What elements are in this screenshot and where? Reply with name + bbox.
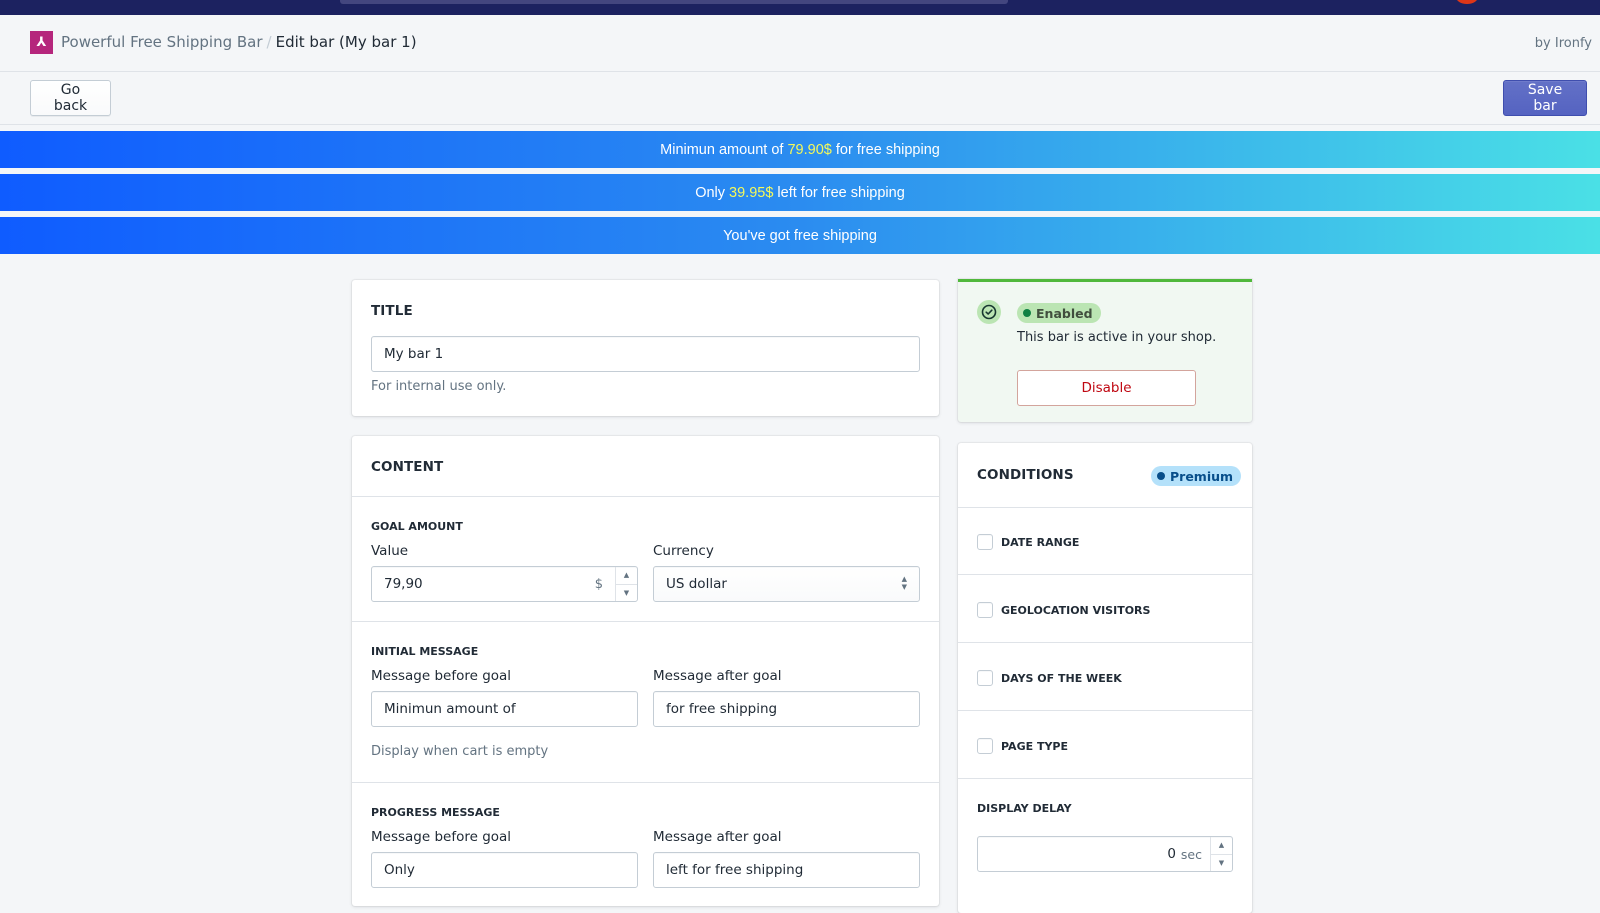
divider [958,778,1252,779]
display-delay-heading: DISPLAY DELAY [977,802,1072,815]
stepper-up-icon[interactable]: ▲ [616,567,637,585]
preview-bar-progress: Only 39.95$ left for free shipping [0,174,1600,211]
progress-after-label: Message after goal [653,829,782,845]
initial-before-input[interactable]: Minimun amount of [371,691,638,727]
currency-selected-value: US dollar [666,576,727,592]
admin-top-bar [0,0,1600,15]
initial-after-label: Message after goal [653,668,782,684]
bar-title-input[interactable]: My bar 1 [371,336,920,372]
divider [352,621,939,622]
preview-bar-initial: Minimun amount of 79.90$ for free shippi… [0,131,1600,168]
title-bar: ⅄ Powerful Free Shipping Bar / Edit bar (M… [0,15,1600,72]
premium-badge: Premium [1151,466,1242,486]
initial-before-value: Minimun amount of [384,701,516,717]
display-delay-input[interactable]: 0 sec ▲ ▼ [977,836,1233,872]
conditions-heading: CONDITIONS [977,467,1074,483]
divider [958,642,1252,643]
breadcrumb-app-link[interactable]: Powerful Free Shipping Bar [61,33,263,51]
stepper-down-icon[interactable]: ▼ [616,585,637,602]
initial-after-value: for free shipping [666,701,778,717]
days-of-week-checkbox[interactable] [977,670,993,686]
progress-before-label: Message before goal [371,829,512,845]
status-dot-icon [1023,309,1031,317]
action-bar: Go back Save bar [0,72,1600,125]
divider [958,574,1252,575]
preview-initial-amount: 79.90$ [787,141,832,158]
goal-value: 79,90 [384,576,423,592]
progress-before-input[interactable]: Only [371,852,638,888]
stepper-down-icon[interactable]: ▼ [1211,855,1232,872]
display-delay-value: 0 [1167,846,1176,862]
developer-byline: by Ironfy [1534,36,1592,51]
preview-bar-goal: You've got free shipping [0,217,1600,254]
display-delay-stepper[interactable]: ▲ ▼ [1210,837,1232,871]
divider [352,496,939,497]
initial-before-label: Message before goal [371,668,512,684]
date-range-checkbox[interactable] [977,534,993,550]
initial-after-input[interactable]: for free shipping [653,691,920,727]
goal-value-label: Value [371,543,409,559]
select-arrows-icon: ▲ ▼ [901,575,907,591]
title-card: TITLE My bar 1 For internal use only. [352,280,939,416]
geolocation-checkbox[interactable] [977,602,993,618]
initial-message-heading: INITIAL MESSAGE [371,645,479,658]
preview-progress-after: left for free shipping [773,184,905,201]
days-of-week-label[interactable]: DAYS OF THE WEEK [1001,672,1122,685]
app-logo-icon: ⅄ [30,31,53,54]
breadcrumb: Powerful Free Shipping Bar / Edit bar (My … [61,33,417,51]
preview-initial-after: for free shipping [831,141,940,158]
preview-goal-text: You've got free shipping [723,227,877,244]
check-circle-icon [977,300,1001,324]
geolocation-label[interactable]: GEOLOCATION VISITORS [1001,604,1150,617]
initial-help-text: Display when cart is empty [371,744,549,759]
preview-progress-before: Only [695,184,730,201]
breadcrumb-separator: / [266,33,272,51]
enabled-badge: Enabled [1017,303,1101,323]
status-card: Enabled This bar is active in your shop.… [958,279,1252,422]
display-delay-unit: sec [1180,846,1202,862]
conditions-card: CONDITIONS Premium DATE RANGE GEOLOCATIO… [958,443,1252,913]
currency-select[interactable]: US dollar ▲ ▼ [653,566,920,602]
progress-after-input[interactable]: left for free shipping [653,852,920,888]
page-type-checkbox[interactable] [977,738,993,754]
disable-button[interactable]: Disable [1017,370,1196,406]
premium-badge-label: Premium [1170,468,1234,484]
title-help-text: For internal use only. [371,379,507,394]
notification-indicator[interactable] [1456,0,1478,4]
divider [958,507,1252,508]
status-description: This bar is active in your shop. [1017,330,1217,345]
title-card-heading: TITLE [371,303,413,319]
currency-suffix: $ [594,576,603,592]
page-type-label[interactable]: PAGE TYPE [1001,740,1068,753]
goal-value-stepper[interactable]: ▲ ▼ [615,567,637,601]
breadcrumb-current-page: Edit bar (My bar 1) [275,33,417,51]
save-bar-button[interactable]: Save bar [1503,80,1587,116]
content-card-heading: CONTENT [371,459,444,475]
progress-after-value: left for free shipping [666,862,804,878]
bar-title-value: My bar 1 [384,346,444,362]
divider [958,710,1252,711]
preview-progress-amount: 39.95$ [729,184,774,201]
enabled-badge-label: Enabled [1036,305,1093,321]
preview-initial-before: Minimun amount of [660,141,788,158]
date-range-label[interactable]: DATE RANGE [1001,536,1079,549]
go-back-button[interactable]: Go back [30,80,111,116]
divider [352,782,939,783]
goal-amount-heading: GOAL AMOUNT [371,520,463,533]
stepper-up-icon[interactable]: ▲ [1211,837,1232,855]
admin-search-bar[interactable] [340,0,1008,4]
premium-dot-icon [1157,472,1165,480]
currency-label: Currency [653,543,714,559]
goal-value-input[interactable]: 79,90 $ ▲ ▼ [371,566,638,602]
progress-message-heading: PROGRESS MESSAGE [371,806,500,819]
progress-before-value: Only [384,862,415,878]
content-card: CONTENT GOAL AMOUNT Value 79,90 $ ▲ ▼ Cu… [352,436,939,906]
